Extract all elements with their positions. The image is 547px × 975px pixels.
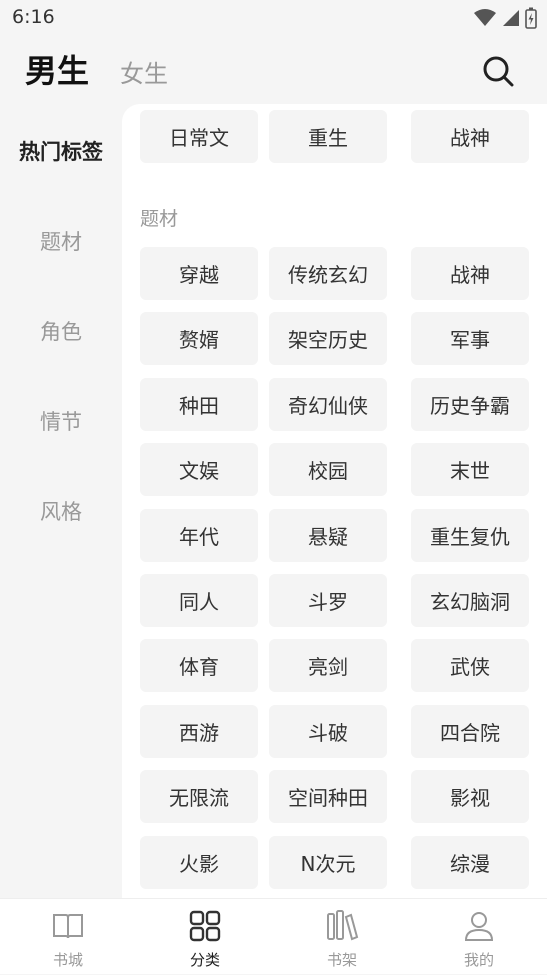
hot-tag[interactable]: 战神	[411, 110, 529, 163]
theme-tag[interactable]: 架空历史	[269, 312, 387, 365]
user-icon	[464, 912, 494, 941]
tab-male[interactable]: 男生	[25, 46, 89, 92]
header: 男生 女生	[0, 36, 547, 100]
sidebar-item-role[interactable]: 角色	[0, 316, 122, 346]
hot-tag[interactable]: 重生	[269, 110, 387, 163]
theme-tag[interactable]: 西游	[140, 705, 258, 758]
sidebar-item-plot[interactable]: 情节	[0, 406, 122, 436]
theme-tag[interactable]: 综漫	[411, 836, 529, 889]
theme-tag[interactable]: 穿越	[140, 247, 258, 300]
battery-icon	[525, 7, 537, 29]
bookshelf-icon	[327, 910, 359, 941]
theme-tag[interactable]: 体育	[140, 639, 258, 692]
theme-tag[interactable]: 历史争霸	[411, 378, 529, 431]
theme-tag[interactable]: 空间种田	[269, 770, 387, 823]
sidebar-item-style[interactable]: 风格	[0, 496, 122, 526]
tab-female[interactable]: 女生	[120, 54, 168, 89]
theme-tag[interactable]: 玄幻脑洞	[411, 574, 529, 627]
theme-tag[interactable]: 重生复仇	[411, 509, 529, 562]
theme-tag[interactable]: 军事	[411, 312, 529, 365]
theme-tag[interactable]: 种田	[140, 378, 258, 431]
nav-bookshelf[interactable]: 书架	[274, 899, 410, 975]
sidebar-item-theme[interactable]: 题材	[0, 226, 122, 256]
nav-label: 书城	[52, 951, 83, 969]
nav-label: 书架	[326, 951, 357, 969]
nav-label: 分类	[189, 951, 220, 969]
wifi-icon	[474, 9, 496, 26]
theme-tag[interactable]: N次元	[269, 836, 387, 889]
theme-tag[interactable]: 末世	[411, 443, 529, 496]
status-icons	[473, 7, 537, 29]
theme-tag[interactable]: 赘婿	[140, 312, 258, 365]
theme-tag[interactable]: 奇幻仙侠	[269, 378, 387, 431]
sidebar-item-hot-tags[interactable]: 热门标签	[0, 136, 122, 166]
theme-tag[interactable]: 同人	[140, 574, 258, 627]
theme-tag[interactable]: 影视	[411, 770, 529, 823]
theme-tag[interactable]: 斗破	[269, 705, 387, 758]
nav-mine[interactable]: 我的	[411, 899, 547, 975]
theme-tag[interactable]: 斗罗	[269, 574, 387, 627]
theme-tag[interactable]: 悬疑	[269, 509, 387, 562]
category-sidebar: 热门标签 题材 角色 情节 风格	[0, 104, 122, 898]
status-time: 6:16	[12, 6, 55, 28]
nav-bookstore[interactable]: 书城	[0, 899, 136, 975]
tag-panel: 日常文 重生 战神 题材 穿越 传统玄幻 战神 赘婿 架空历史 军事 种田 奇幻仙侠 历史争霸文…	[122, 104, 547, 898]
theme-tag[interactable]: 年代	[140, 509, 258, 562]
theme-tag[interactable]: 亮剑	[269, 639, 387, 692]
status-bar: 6:16	[0, 0, 547, 36]
theme-tag[interactable]: 四合院	[411, 705, 529, 758]
open-book-icon	[53, 914, 83, 939]
theme-tag[interactable]: 传统玄幻	[269, 247, 387, 300]
theme-tag[interactable]: 无限流	[140, 770, 258, 823]
theme-tag[interactable]: 校园	[269, 443, 387, 496]
search-icon[interactable]	[481, 54, 515, 88]
theme-tag[interactable]: 文娱	[140, 443, 258, 496]
grid-icon	[189, 910, 221, 942]
hot-tag[interactable]: 日常文	[140, 110, 258, 163]
signal-icon	[503, 10, 519, 26]
section-title-theme: 题材	[140, 208, 179, 230]
theme-tag[interactable]: 武侠	[411, 639, 529, 692]
nav-category[interactable]: 分类	[137, 899, 273, 975]
nav-label: 我的	[463, 951, 494, 969]
theme-tag[interactable]: 战神	[411, 247, 529, 300]
bottom-nav: 书城 分类 书架 我的	[0, 898, 547, 974]
theme-tag[interactable]: 火影	[140, 836, 258, 889]
